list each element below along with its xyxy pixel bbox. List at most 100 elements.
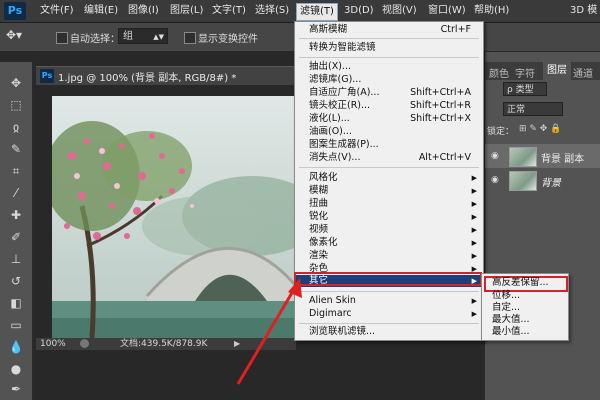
menu-type[interactable]: 文字(T) [212, 4, 246, 18]
submenu-item-minimum[interactable]: 最小值... [492, 326, 530, 338]
eraser-icon[interactable]: ◧ [6, 294, 26, 312]
menu-item[interactable]: 抽出(X)... [295, 61, 483, 73]
eye-icon[interactable]: ◉ [491, 175, 499, 185]
tab-layers[interactable]: 图层 [543, 62, 571, 80]
menu-layer[interactable]: 图层(L) [170, 4, 203, 18]
history-brush-icon[interactable]: ↺ [6, 272, 26, 290]
layer-filter-kind[interactable]: ρ 类型 [503, 82, 547, 96]
menu-select[interactable]: 选择(S) [255, 4, 289, 18]
tab-character[interactable]: 字符 [515, 65, 535, 80]
lock-label: 锁定： [487, 127, 515, 137]
submenu-arrow-icon: ▶ [471, 213, 477, 221]
show-transform-checkbox[interactable] [184, 32, 196, 44]
menu-item[interactable]: 风格化 ▶ [295, 172, 483, 184]
menu-item[interactable]: 高斯模糊 Ctrl+F [295, 24, 483, 36]
blur-icon[interactable]: 💧 [6, 338, 26, 356]
quick-select-icon[interactable]: ✎ [6, 140, 26, 158]
eye-icon[interactable]: ◉ [491, 151, 499, 161]
panel-tabs: 颜色 字符 图层 通道 [485, 62, 600, 80]
auto-select-dropdown[interactable]: 组 ▲▼ [118, 28, 168, 44]
annotation-highlight-box [294, 272, 482, 286]
menu-item[interactable]: 油画(O)... [295, 126, 483, 138]
pen-icon[interactable]: ✒ [6, 380, 26, 398]
submenu-arrow-icon: ▶ [471, 200, 477, 208]
lasso-icon[interactable]: ჲ [6, 118, 26, 136]
menu-item[interactable]: 锐化 ▶ [295, 211, 483, 223]
layer-thumbnail [509, 171, 537, 191]
submenu-item-high-pass[interactable]: 高反差保留... [492, 277, 549, 289]
other-submenu: 高反差保留... 位移... 自定... 最大值... 最小值... [481, 273, 569, 341]
annotation-arrow-icon [236, 278, 302, 385]
menu-item[interactable]: 消失点(V)... Alt+Ctrl+V [295, 152, 483, 164]
document-tab[interactable]: Ps 1.jpg @ 100% (背景 副本, RGB/8#) * [36, 66, 296, 85]
menu-help[interactable]: 帮助(H) [474, 4, 509, 18]
menu-separator [299, 57, 479, 58]
menu-item[interactable]: 像素化 ▶ [295, 237, 483, 249]
menu-item[interactable]: 转换为智能滤镜 [295, 42, 483, 54]
menu-file[interactable]: 文件(F) [40, 4, 74, 18]
document-title: 1.jpg @ 100% (背景 副本, RGB/8#) * [58, 73, 237, 84]
menu-item[interactable]: 模糊 ▶ [295, 185, 483, 197]
layer-row[interactable]: ◉ 背景 [485, 168, 600, 192]
tab-color[interactable]: 颜色 [489, 65, 509, 80]
menu-separator [299, 291, 479, 292]
dodge-icon[interactable]: ● [6, 360, 26, 378]
menu-separator [299, 167, 479, 168]
move-icon[interactable]: ✥ [6, 74, 26, 92]
menu-item[interactable]: 镜头校正(R)... Shift+Ctrl+R [295, 100, 483, 112]
menu-item[interactable]: 液化(L)... Shift+Ctrl+X [295, 113, 483, 125]
zoom-level[interactable]: 100% [40, 338, 66, 350]
marquee-icon[interactable]: ⬚ [6, 96, 26, 114]
auto-select-checkbox[interactable] [56, 32, 68, 44]
submenu-arrow-icon: ▶ [471, 297, 477, 305]
eyedropper-icon[interactable]: ⁄ [6, 184, 26, 202]
menu-3d[interactable]: 3D(D) [344, 4, 374, 18]
show-transform-label: 显示变换控件 [198, 34, 258, 45]
submenu-arrow-icon: ▶ [471, 310, 477, 318]
photoshop-logo: Ps [4, 2, 26, 20]
menu-separator [299, 323, 479, 324]
menu-item[interactable]: Alien Skin ▶ [295, 295, 483, 307]
brush-icon[interactable]: ✐ [6, 228, 26, 246]
menu-item[interactable]: Digimarc ▶ [295, 308, 483, 320]
tools-panel: ✥ ⬚ ჲ ✎ ⌗ ⁄ ✚ ✐ ⊥ ↺ ◧ ▭ 💧 ● ✒ [0, 62, 33, 400]
layer-thumbnail [509, 147, 537, 167]
lock-icons[interactable]: ⊞ ✎ ✥ 🔒 [519, 124, 561, 134]
clone-stamp-icon[interactable]: ⊥ [6, 250, 26, 268]
submenu-arrow-icon: ▶ [471, 187, 477, 195]
status-info-icon[interactable] [80, 339, 89, 348]
menu-edit[interactable]: 编辑(E) [84, 4, 118, 18]
menu-window[interactable]: 窗口(W) [428, 4, 466, 18]
submenu-item-maximum[interactable]: 最大值... [492, 314, 530, 326]
auto-select-value: 组 [123, 31, 133, 42]
menu-item[interactable]: 自适应广角(A)... Shift+Ctrl+A [295, 87, 483, 99]
layer-name: 背景 副本 [541, 154, 585, 165]
filter-menu: 高斯模糊 Ctrl+F 转换为智能滤镜 抽出(X)... 滤镜库(G)... 自适… [294, 21, 484, 341]
auto-select-label: 自动选择： [70, 34, 120, 45]
menu-filter[interactable]: 滤镜(T) [296, 3, 338, 21]
menu-image[interactable]: 图像(I) [128, 4, 159, 18]
submenu-item-custom[interactable]: 自定... [492, 302, 520, 314]
healing-brush-icon[interactable]: ✚ [6, 206, 26, 224]
workspace-switcher[interactable]: 3D 模 [570, 4, 597, 18]
menubar: Ps 文件(F) 编辑(E) 图像(I) 图层(L) 文字(T) 选择(S) 滤… [0, 0, 600, 23]
gradient-icon[interactable]: ▭ [6, 316, 26, 334]
layers-panel: 颜色 字符 图层 通道 ρ 类型 正常 锁定： ⊞ ✎ ✥ 🔒 ◉ 背景 副本 … [484, 52, 600, 400]
blend-mode-dropdown[interactable]: 正常 [503, 102, 563, 116]
menu-item[interactable]: 滤镜库(G)... [295, 74, 483, 86]
menu-item[interactable]: 图案生成器(P)... [295, 139, 483, 151]
move-tool-icon[interactable]: ✥▾ [6, 28, 22, 42]
menu-item[interactable]: 扭曲 ▶ [295, 198, 483, 210]
menu-item[interactable]: 浏览联机滤镜... [295, 326, 483, 338]
crop-icon[interactable]: ⌗ [6, 162, 26, 180]
submenu-item-offset[interactable]: 位移... [492, 290, 520, 302]
layer-row[interactable]: ◉ 背景 副本 [485, 144, 600, 168]
menu-item[interactable]: 视频 ▶ [295, 224, 483, 236]
menu-view[interactable]: 视图(V) [382, 4, 417, 18]
submenu-arrow-icon: ▶ [471, 174, 477, 182]
menu-item[interactable]: 渲染 ▶ [295, 250, 483, 262]
document-size: 文档:439.5K/878.9K [120, 339, 208, 349]
submenu-arrow-icon: ▶ [471, 239, 477, 247]
tab-channels[interactable]: 通道 [573, 65, 593, 80]
submenu-arrow-icon: ▶ [471, 252, 477, 260]
